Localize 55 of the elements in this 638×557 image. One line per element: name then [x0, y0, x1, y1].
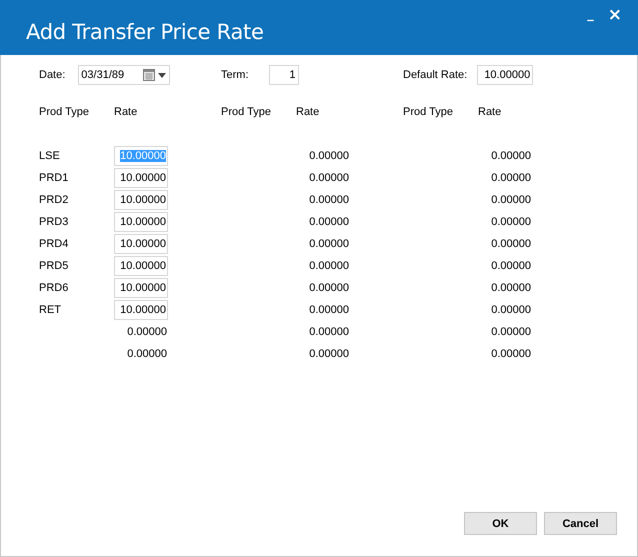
column-header: Rate: [478, 105, 502, 120]
rate-field[interactable]: 10.00000: [114, 234, 168, 254]
rate-value: 0.00000: [126, 326, 168, 338]
default-rate-label: Default Rate:: [403, 69, 468, 81]
rate-field[interactable]: 10.00000: [114, 256, 168, 276]
column-header: Prod Type: [403, 105, 454, 120]
prod-type-label: PRD5: [39, 259, 70, 274]
prod-type-label: PRD3: [39, 215, 70, 230]
ok-button[interactable]: OK: [464, 512, 537, 535]
rate-value: 0.00000: [308, 216, 350, 228]
rate-field[interactable]: 10.00000: [114, 212, 168, 232]
prod-type-label: RET: [39, 303, 62, 318]
date-picker[interactable]: 03/31/89: [78, 65, 170, 85]
rate-value: 0.00000: [490, 326, 532, 338]
rate-value: 0.00000: [308, 282, 350, 294]
column-header: Prod Type: [39, 105, 90, 120]
prod-type-label: PRD6: [39, 281, 70, 296]
rate-value: 0.00000: [490, 194, 532, 206]
column-header: Prod Type: [221, 105, 272, 120]
rate-value: 0.00000: [308, 150, 350, 162]
rate-value: 0.00000: [490, 150, 532, 162]
prod-type-label: PRD1: [39, 171, 70, 186]
rate-field[interactable]: 10.00000: [114, 300, 168, 320]
rate-field[interactable]: 10.00000: [114, 190, 168, 210]
prod-type-label: LSE: [39, 149, 61, 164]
column-header: Rate: [296, 105, 320, 120]
rate-field[interactable]: 10.00000: [114, 168, 168, 188]
rate-value: 0.00000: [308, 194, 350, 206]
rate-value: 0.00000: [490, 238, 532, 250]
rate-field[interactable]: 10.00000: [114, 278, 168, 298]
rate-value: 0.00000: [490, 216, 532, 228]
prod-type-label: PRD2: [39, 193, 70, 208]
cancel-button[interactable]: Cancel: [544, 512, 617, 535]
date-label: Date:: [39, 69, 66, 81]
rate-value: 0.00000: [490, 304, 532, 316]
rate-value: 0.00000: [490, 260, 532, 272]
prod-type-label: PRD4: [39, 237, 70, 252]
rate-value: 0.00000: [126, 348, 168, 360]
column-header: Rate: [114, 105, 138, 120]
rate-value: 0.00000: [308, 326, 350, 338]
term-label: Term:: [221, 69, 248, 81]
rate-value: 0.00000: [490, 172, 532, 184]
rate-value: 0.00000: [308, 260, 350, 272]
rate-value: 0.00000: [308, 348, 350, 360]
minimize-button[interactable]: _: [583, 4, 598, 26]
close-button[interactable]: ×: [604, 4, 626, 26]
default-rate-field[interactable]: 10.00000: [477, 65, 534, 85]
window-title: Add Transfer Price Rate: [25, 19, 264, 46]
rate-value: 0.00000: [490, 348, 532, 360]
term-field[interactable]: 1: [268, 65, 298, 85]
rate-value: 0.00000: [490, 282, 532, 294]
calendar-dropdown-icon[interactable]: [143, 69, 168, 81]
rate-value: 0.00000: [308, 238, 350, 250]
rate-value: 0.00000: [308, 304, 350, 316]
rate-value: 0.00000: [308, 172, 350, 184]
